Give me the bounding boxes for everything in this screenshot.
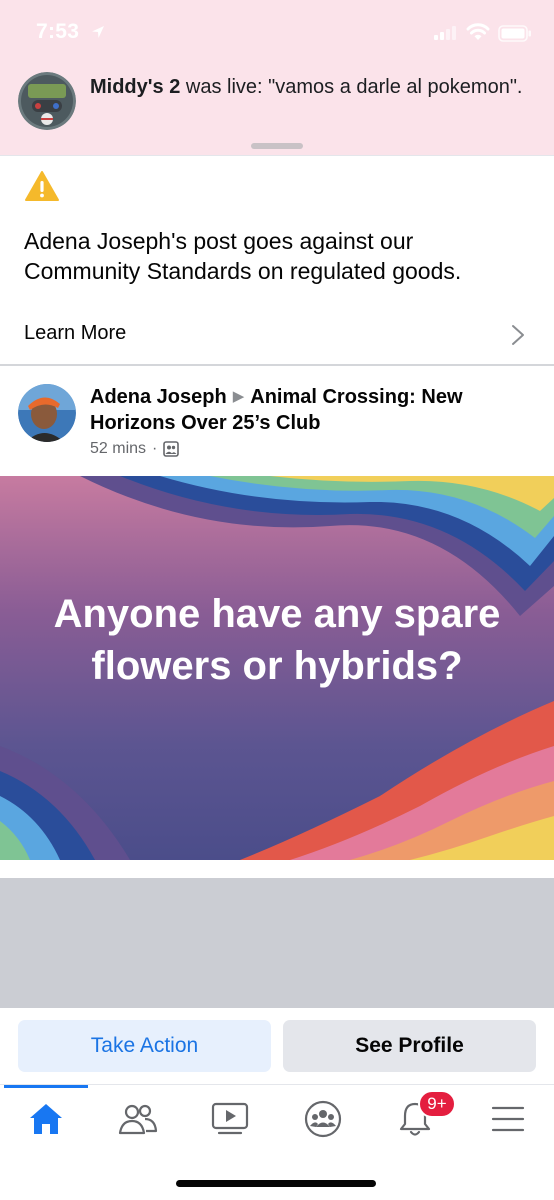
live-page-avatar[interactable] xyxy=(18,72,76,130)
live-notification-banner[interactable]: 7:53 Middy's 2 was live: "vamos a darle … xyxy=(0,0,554,155)
cellular-signal-icon xyxy=(434,26,456,40)
tab-menu[interactable] xyxy=(478,1097,538,1141)
post-text-background[interactable]: Anyone have any spare flowers or hybrids… xyxy=(0,476,554,860)
tab-watch[interactable] xyxy=(200,1097,260,1141)
home-icon xyxy=(30,1104,62,1134)
take-action-button[interactable]: Take Action xyxy=(18,1020,271,1072)
live-page-name[interactable]: Middy's 2 xyxy=(90,76,180,98)
author-name[interactable]: Adena Joseph xyxy=(90,386,227,408)
notifications-badge: 9+ xyxy=(418,1090,456,1118)
post-meta: 52 mins · xyxy=(90,440,180,458)
tab-home[interactable] xyxy=(16,1097,76,1141)
see-profile-button[interactable]: See Profile xyxy=(283,1020,536,1072)
warning-message: Adena Joseph's post goes against our Com… xyxy=(24,228,462,284)
watch-icon xyxy=(211,1102,249,1135)
active-tab-indicator xyxy=(4,1085,88,1088)
groups-icon xyxy=(304,1100,342,1138)
battery-icon xyxy=(498,25,531,42)
learn-more-label[interactable]: Learn More xyxy=(24,322,126,345)
shared-to-arrow-icon: ▶ xyxy=(232,388,245,405)
action-bar: Take Action See Profile xyxy=(0,1008,554,1086)
chevron-right-icon xyxy=(512,325,524,345)
meta-separator: · xyxy=(152,440,158,457)
menu-icon xyxy=(491,1106,525,1132)
warning-icon xyxy=(25,171,59,201)
post-text: Anyone have any spare flowers or hybrids… xyxy=(53,592,501,688)
status-time: 7:53 xyxy=(36,20,80,43)
home-indicator[interactable] xyxy=(176,1180,376,1187)
friends-icon xyxy=(118,1104,158,1135)
post-header-title: Adena Joseph ▶ Animal Crossing: New Horizo… xyxy=(90,384,530,436)
author-avatar[interactable] xyxy=(18,384,76,442)
status-bar: 7:53 xyxy=(0,0,554,64)
banner-drag-handle[interactable] xyxy=(251,143,303,149)
group-audience-icon xyxy=(163,441,180,457)
post-time[interactable]: 52 mins xyxy=(90,440,146,458)
live-notification-text: Middy's 2 was live: "vamos a darle al po… xyxy=(90,74,530,101)
tab-friends[interactable] xyxy=(108,1097,168,1141)
wifi-icon xyxy=(466,23,490,40)
feed-gap xyxy=(0,878,554,1008)
divider xyxy=(0,364,554,366)
location-arrow-icon xyxy=(92,26,104,38)
learn-more-row[interactable]: Learn More xyxy=(0,306,554,364)
spacer xyxy=(0,860,554,878)
live-message: was live: "vamos a darle al pokemon". xyxy=(180,76,523,98)
community-standards-warning: Adena Joseph's post goes against our Com… xyxy=(0,155,554,367)
tab-groups[interactable] xyxy=(293,1097,353,1141)
